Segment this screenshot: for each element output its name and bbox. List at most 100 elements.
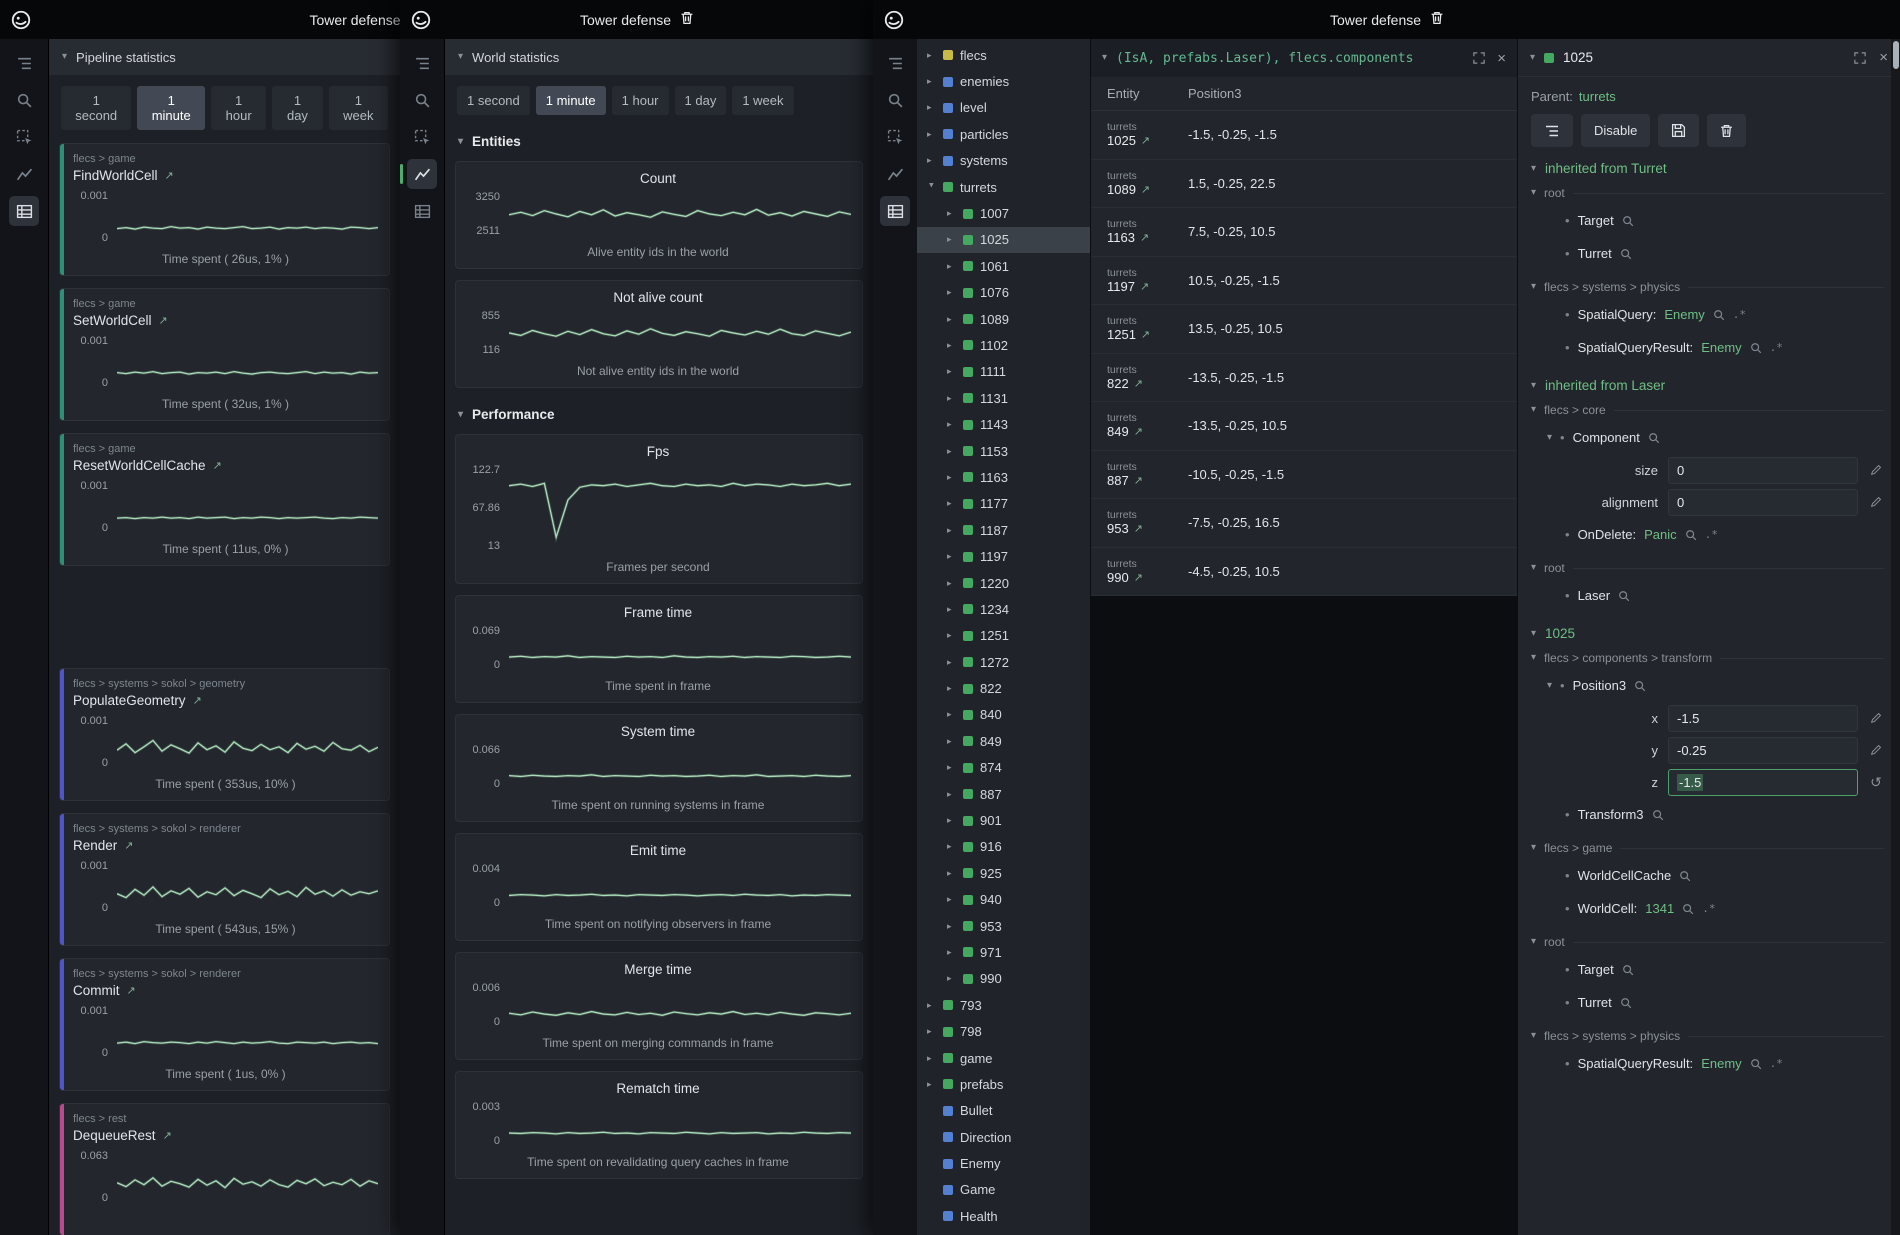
pipeline-stat-card[interactable]: flecs > systems > sokol > geometry Popul… (59, 668, 390, 801)
wildcard-icon[interactable]: .* (1705, 528, 1718, 541)
pair-row-spatialquery[interactable]: • SpatialQuery: Enemy .* (1531, 298, 1884, 331)
tree-item[interactable]: ▸ 874 (917, 755, 1090, 781)
expander-icon[interactable]: ▸ (947, 868, 956, 879)
tag-row-turret[interactable]: • Turret (1531, 986, 1884, 1019)
tree-item[interactable]: ▸ 1111 (917, 359, 1090, 385)
external-link-icon[interactable]: ↗ (1140, 231, 1149, 244)
tree-item[interactable]: ▸ 1177 (917, 491, 1090, 517)
expander-icon[interactable]: ▸ (947, 366, 956, 377)
expander-icon[interactable]: ▸ (947, 841, 956, 852)
tree-item[interactable]: ▸ Direction (917, 1124, 1090, 1150)
tree-item[interactable]: ▸ Enemy (917, 1150, 1090, 1176)
expander-icon[interactable]: ▸ (947, 815, 956, 826)
expander-icon[interactable]: ▸ (947, 446, 956, 457)
search-icon[interactable] (1620, 997, 1632, 1009)
component-row-component[interactable]: ▾ • Component (1531, 421, 1884, 454)
tree-item[interactable]: ▸ 940 (917, 887, 1090, 913)
tree-item[interactable]: ▸ 1089 (917, 306, 1090, 332)
scope-root[interactable]: ▾ root (1531, 186, 1884, 200)
tag-row-turret[interactable]: • Turret (1531, 237, 1884, 270)
expander-icon[interactable]: ▸ (947, 208, 956, 219)
expander-icon[interactable]: ▸ (927, 155, 936, 166)
query-result-row[interactable]: turrets 953 ↗ -7.5, -0.25, 16.5 (1091, 499, 1517, 548)
scope-root[interactable]: ▾ root (1531, 561, 1884, 575)
scope-physics[interactable]: ▾ flecs > systems > physics (1531, 1029, 1884, 1043)
query-select-icon[interactable] (407, 122, 437, 152)
chart-icon[interactable] (880, 159, 910, 189)
time-range-button[interactable]: 1 hour (612, 86, 669, 115)
size-input[interactable]: 0 (1668, 457, 1858, 484)
pair-row-worldcell[interactable]: • WorldCell: 1341 .* (1531, 892, 1884, 925)
time-range-button[interactable]: 1 minute (536, 86, 606, 115)
pipeline-stat-card[interactable]: flecs > systems > sokol > renderer Rende… (59, 813, 390, 946)
tree-icon[interactable] (407, 48, 437, 78)
expander-icon[interactable]: ▸ (947, 314, 956, 325)
table-icon[interactable] (880, 196, 910, 226)
tree-item[interactable]: ▸ 1272 (917, 649, 1090, 675)
scrollbar-thumb[interactable] (1893, 41, 1899, 69)
external-link-icon[interactable]: ↗ (1134, 377, 1143, 390)
search-icon[interactable] (1685, 529, 1697, 541)
tree-item[interactable]: ▸ 793 (917, 992, 1090, 1018)
scope-transform[interactable]: ▾ flecs > components > transform (1531, 651, 1884, 665)
tree-item[interactable]: ▸ 1131 (917, 385, 1090, 411)
section-header[interactable]: ▾ Performance (455, 399, 863, 434)
z-input[interactable]: -1.5 (1668, 769, 1858, 796)
world-stat-card[interactable]: Emit time 0.004 0 Time spent on (455, 833, 863, 941)
tree-item[interactable]: ▸ 1163 (917, 464, 1090, 490)
expand-icon[interactable] (1473, 52, 1485, 64)
pair-row-ondelete[interactable]: • OnDelete: Panic .* (1531, 518, 1884, 551)
tree-item[interactable]: ▸ level (917, 95, 1090, 121)
tree-item[interactable]: ▸ 1220 (917, 570, 1090, 596)
expander-icon[interactable]: ▸ (947, 419, 956, 430)
pipeline-stat-card[interactable]: flecs > game FindWorldCell ↗ 0.001 0 (59, 143, 390, 276)
expander-icon[interactable]: ▸ (927, 1026, 936, 1037)
search-icon[interactable] (407, 85, 437, 115)
chevron-down-icon[interactable]: ▾ (1530, 53, 1535, 63)
trash-icon[interactable] (680, 11, 693, 28)
world-stat-card[interactable]: Not alive count 855 116 Not aliv (455, 280, 863, 388)
expander-icon[interactable]: ▸ (947, 973, 956, 984)
world-stat-card[interactable]: Count 3250 2511 Alive entity ids (455, 161, 863, 269)
tree-item[interactable]: ▸ 887 (917, 781, 1090, 807)
expander-icon[interactable]: ▸ (947, 498, 956, 509)
tree-item[interactable]: ▸ Health (917, 1203, 1090, 1229)
tree-item[interactable]: ▸ flecs (917, 42, 1090, 68)
time-range-button[interactable]: 1 day (675, 86, 727, 115)
world-stat-card[interactable]: Fps 122.7 67.86 13 Frames per sec (455, 434, 863, 584)
search-icon[interactable] (1750, 1058, 1762, 1070)
wildcard-icon[interactable]: .* (1770, 341, 1783, 354)
query-result-row[interactable]: turrets 887 ↗ -10.5, -0.25, -1.5 (1091, 451, 1517, 500)
scope-root[interactable]: ▾ root (1531, 935, 1884, 949)
tree-item[interactable]: ▸ 1197 (917, 543, 1090, 569)
expander-icon[interactable]: ▸ (947, 762, 956, 773)
pipeline-stat-card[interactable]: flecs > systems > sokol > renderer Commi… (59, 958, 390, 1091)
expander-icon[interactable]: ▸ (947, 261, 956, 272)
tag-row-target[interactable]: • Target (1531, 204, 1884, 237)
expander-icon[interactable]: ▸ (947, 578, 956, 589)
tree-item[interactable]: ▸ game (917, 1045, 1090, 1071)
external-link-icon[interactable]: ↗ (159, 314, 168, 327)
expander-icon[interactable]: ▸ (947, 340, 956, 351)
tree-item[interactable]: ▸ 798 (917, 1018, 1090, 1044)
save-button[interactable] (1658, 114, 1699, 147)
search-icon[interactable] (1682, 903, 1694, 915)
tree-item[interactable]: ▸ 822 (917, 675, 1090, 701)
expander-icon[interactable]: ▸ (927, 1053, 936, 1064)
y-input[interactable]: -0.25 (1668, 737, 1858, 764)
tree-item[interactable]: ▸ 953 (917, 913, 1090, 939)
expander-icon[interactable]: ▸ (927, 1079, 936, 1090)
expander-icon[interactable]: ▸ (947, 683, 956, 694)
expander-icon[interactable]: ▸ (947, 921, 956, 932)
component-row-worldcellcache[interactable]: • WorldCellCache (1531, 859, 1884, 892)
pipeline-stat-card[interactable]: flecs > game SetWorldCell ↗ 0.001 0 (59, 288, 390, 421)
external-link-icon[interactable]: ↗ (193, 694, 202, 707)
tag-row-laser[interactable]: • Laser (1531, 579, 1884, 612)
tree-item[interactable]: ▸ particles (917, 121, 1090, 147)
pair-row-spatialqueryresult[interactable]: • SpatialQueryResult: Enemy .* (1531, 331, 1884, 364)
wildcard-icon[interactable]: .* (1733, 308, 1746, 321)
chart-icon[interactable] (407, 159, 437, 189)
query-result-row[interactable]: turrets 1089 ↗ 1.5, -0.25, 22.5 (1091, 160, 1517, 209)
tree-item[interactable]: ▸ prefabs (917, 1071, 1090, 1097)
expander-icon[interactable]: ▸ (927, 129, 936, 140)
